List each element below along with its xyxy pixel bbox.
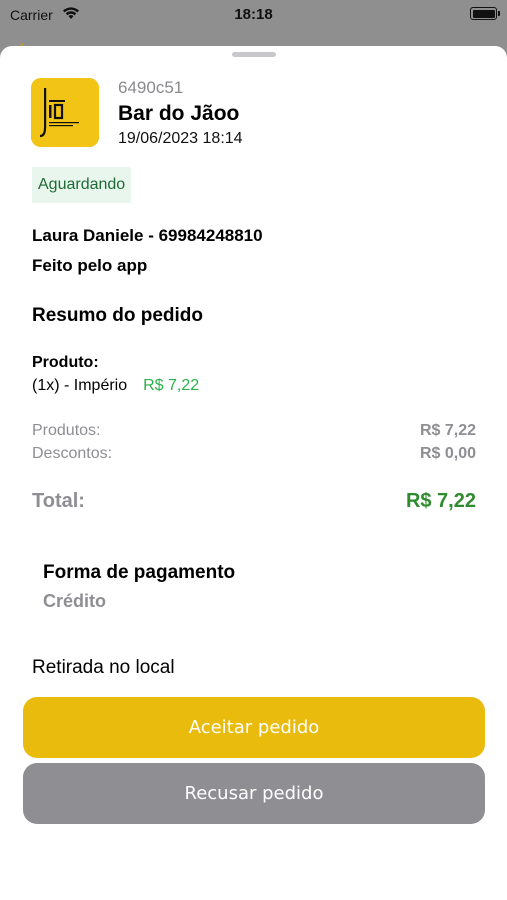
payment-title: Forma de pagamento bbox=[43, 562, 236, 583]
battery-icon bbox=[470, 7, 500, 20]
product-price: R$ 7,22 bbox=[143, 377, 200, 394]
total-label: Total: bbox=[32, 490, 85, 512]
products-value: R$ 7,22 bbox=[419, 422, 476, 439]
total-value: R$ 7,22 bbox=[405, 490, 476, 512]
status-bar: Carrier 18:18 bbox=[0, 0, 507, 30]
order-date: 19/06/2023 18:14 bbox=[118, 130, 243, 147]
sheet-grabber[interactable] bbox=[232, 52, 276, 57]
delivery-mode: Retirada no local bbox=[32, 657, 175, 678]
accept-order-button[interactable]: Aceitar pedido bbox=[23, 697, 485, 758]
refuse-order-button[interactable]: Recusar pedido bbox=[23, 763, 485, 824]
customer-info: Laura Daniele - 69984248810 bbox=[32, 226, 263, 245]
product-heading: Produto: bbox=[32, 354, 99, 371]
payment-method: Crédito bbox=[43, 591, 106, 611]
total-row: Total: R$ 7,22 bbox=[32, 490, 476, 513]
status-badge: Aguardando bbox=[32, 167, 132, 203]
products-subtotal-row: Produtos: R$ 7,22 bbox=[32, 422, 476, 440]
order-details-sheet: 6490c51 Bar do Jãoo 19/06/2023 18:14 Agu… bbox=[0, 46, 507, 900]
store-logo bbox=[31, 78, 99, 147]
discounts-value: R$ 0,00 bbox=[419, 445, 476, 462]
products-label: Produtos: bbox=[32, 422, 101, 439]
order-code: 6490c51 bbox=[118, 78, 184, 97]
order-source: Feito pelo app bbox=[32, 256, 148, 275]
discounts-row: Descontos: R$ 0,00 bbox=[32, 445, 476, 463]
list-item: (1x) - Império R$ 7,22 bbox=[32, 377, 199, 395]
product-description: (1x) - Império bbox=[32, 377, 128, 394]
status-time: 18:18 bbox=[234, 6, 273, 23]
summary-title: Resumo do pedido bbox=[32, 305, 203, 326]
discounts-label: Descontos: bbox=[32, 445, 113, 462]
store-name: Bar do Jãoo bbox=[118, 102, 240, 125]
